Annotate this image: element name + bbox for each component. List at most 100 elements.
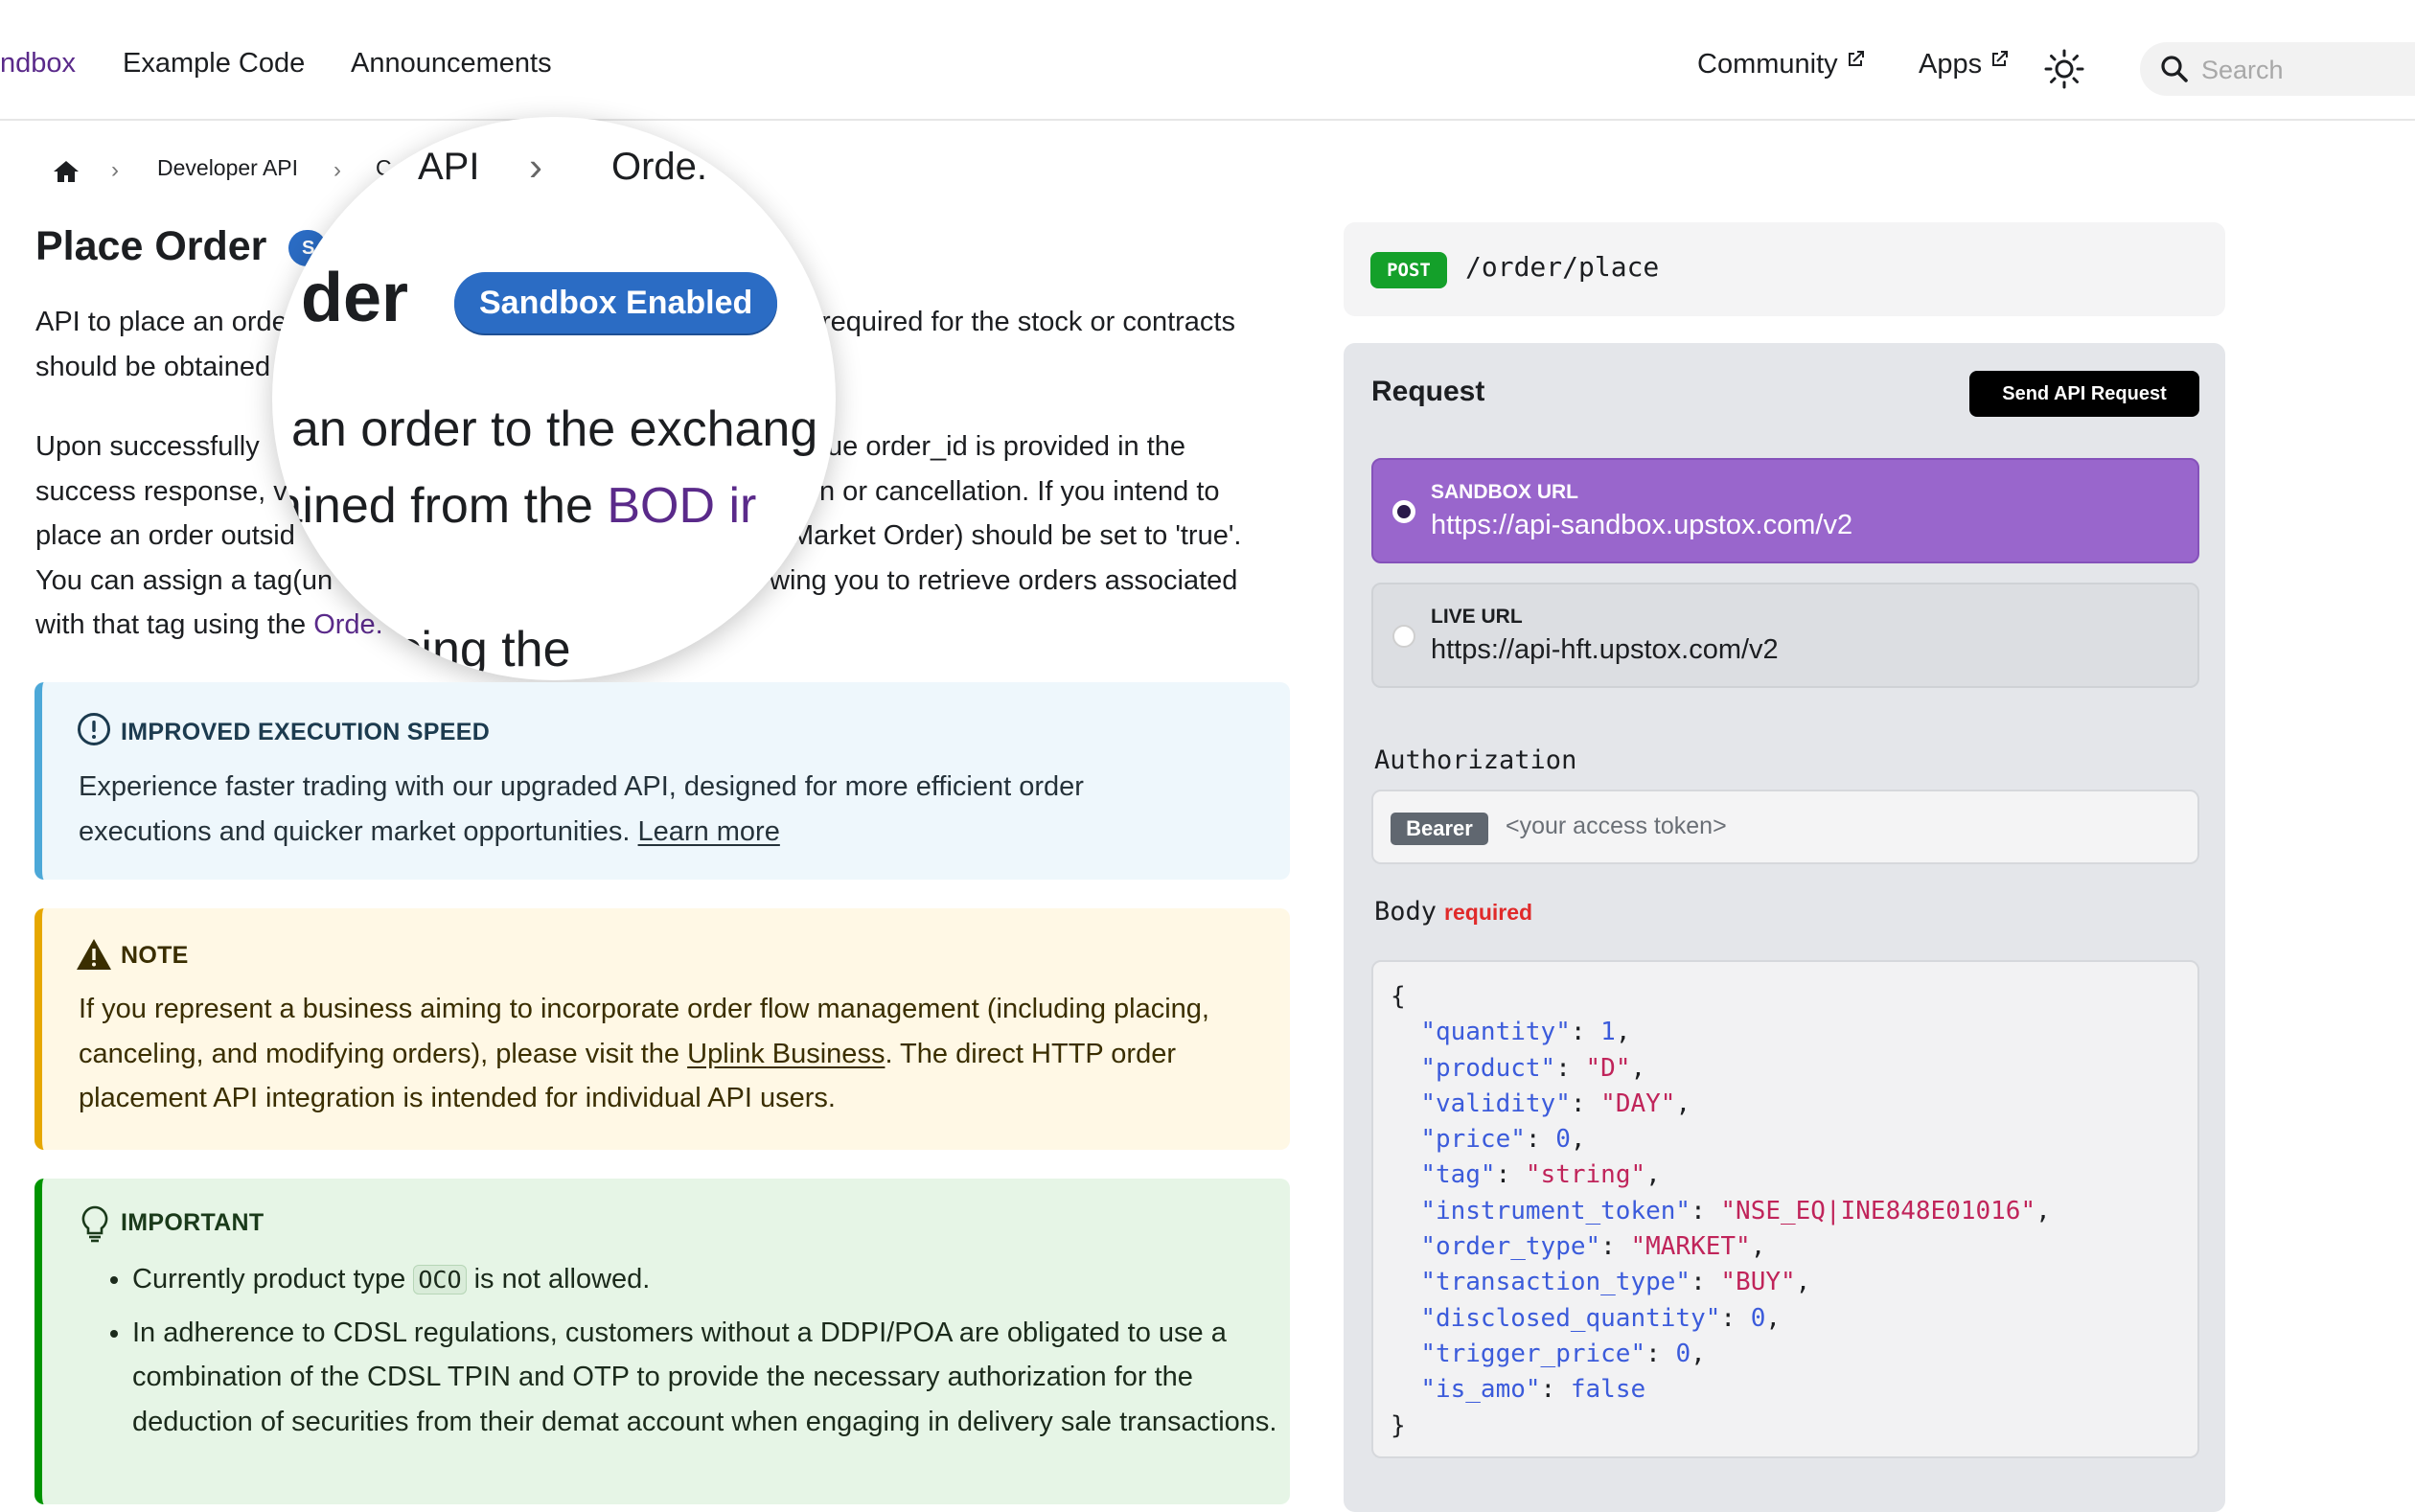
learn-more-link[interactable]: Learn more: [638, 816, 780, 847]
json-key: "instrument_token": [1420, 1196, 1691, 1226]
json-key: "quantity": [1420, 1018, 1571, 1047]
json-key: "is_amo": [1420, 1375, 1541, 1405]
live-url-value: https://api-hft.upstox.com/v2: [1431, 634, 1779, 665]
admonition-important: IMPORTANT Currently product type OCO is …: [34, 1179, 1290, 1504]
para-line-right: wing you to retrieve orders associated: [770, 564, 1238, 596]
sandbox-url-value: https://api-sandbox.upstox.com/v2: [1431, 510, 1853, 540]
sandbox-url-option[interactable]: SANDBOX URL https://api-sandbox.upstox.c…: [1371, 458, 2199, 563]
nav-link-community[interactable]: Community: [1697, 48, 1867, 80]
info-line-2: executions and quicker market opportunit…: [79, 815, 638, 847]
json-key: "tag": [1420, 1160, 1496, 1190]
body-label-text: Body: [1374, 897, 1438, 927]
theme-toggle-sun-icon[interactable]: [2044, 49, 2084, 89]
json-key: "transaction_type": [1420, 1268, 1691, 1297]
body-label: Body required: [1374, 897, 1532, 927]
admonition-info-title: IMPROVED EXECUTION SPEED: [121, 719, 491, 745]
json-value: "DAY": [1600, 1088, 1676, 1118]
admonition-note-body: If you represent a business aiming to in…: [79, 987, 1276, 1121]
important-b1a: Currently product type: [132, 1264, 414, 1294]
request-body-json: { "quantity": 1, "product": "D", "validi…: [1391, 982, 2051, 1440]
note-line-3: placement API integration is intended fo…: [79, 1083, 836, 1113]
breadcrumb-separator: ›: [111, 157, 119, 183]
admonition-important-title: IMPORTANT: [121, 1209, 264, 1236]
json-value: "MARKET": [1630, 1232, 1751, 1262]
list-item: In adherence to CDSL regulations, custom…: [132, 1311, 1311, 1445]
admonition-note: NOTE If you represent a business aiming …: [34, 908, 1290, 1150]
para-line-left: You can assign a tag(un: [35, 564, 334, 596]
json-value: 0: [1555, 1125, 1571, 1155]
authorization-label: Authorization: [1374, 745, 1577, 775]
info-line-1: Experience faster trading with our upgra…: [79, 771, 1084, 802]
magnifier-lens: C API › Orde. der Sandbox Enabled an ord…: [272, 117, 836, 680]
para-line-right: ue order_id is provided in the: [827, 431, 1186, 462]
warning-triangle-icon: [77, 939, 111, 970]
required-tag: required: [1444, 900, 1533, 925]
radio-unselected[interactable]: [1392, 625, 1415, 648]
live-url-option[interactable]: LIVE URL https://api-hft.upstox.com/v2: [1371, 583, 2199, 688]
para-line-left: with that tag using the: [35, 609, 314, 640]
json-value: 1: [1600, 1018, 1616, 1047]
para-line-right: Market Order) should be set to 'true'.: [791, 520, 1242, 551]
important-b1b: is not allowed.: [466, 1264, 651, 1294]
nav-link-sandbox[interactable]: ndbox: [0, 48, 76, 80]
sandbox-url-label: SANDBOX URL: [1431, 481, 1579, 503]
para-line-left: Upon successfully: [35, 431, 260, 462]
json-value: "NSE_EQ|INE848E01016": [1720, 1196, 2036, 1226]
endpoint-bar: POST /order/place: [1344, 222, 2225, 316]
admonition-info-body: Experience faster trading with our upgra…: [79, 765, 1276, 854]
json-key: "product": [1420, 1053, 1556, 1083]
nav-link-announcements[interactable]: Announcements: [351, 48, 552, 80]
intro-text-left: API to place an orde: [35, 307, 288, 337]
lightbulb-icon: [81, 1205, 108, 1243]
lens-line-1: an order to the exchang: [291, 401, 818, 457]
search-input[interactable]: Search ⌘: [2140, 42, 2415, 96]
top-navbar: ndbox Example Code Announcements Communi…: [0, 0, 2415, 121]
nav-link-apps[interactable]: Apps: [1919, 48, 2011, 80]
json-value: "BUY": [1720, 1268, 1796, 1297]
nav-link-community-label: Community: [1697, 49, 1838, 80]
lens-breadcrumb-order: Orde.: [611, 146, 708, 188]
note-line-2a: canceling, and modifying orders), please…: [79, 1038, 688, 1069]
json-key: "disclosed_quantity": [1420, 1303, 1721, 1333]
request-body-editor[interactable]: { "quantity": 1, "product": "D", "validi…: [1371, 960, 2199, 1458]
json-value: 0: [1750, 1303, 1766, 1333]
lens-line-2: tained from the BOD ir: [272, 477, 756, 535]
external-link-icon: [1848, 51, 1864, 66]
json-key: "validity": [1420, 1088, 1571, 1118]
search-icon: [2161, 56, 2188, 82]
nav-link-apps-label: Apps: [1919, 49, 1983, 80]
external-link-icon: [1992, 51, 2009, 66]
breadcrumb-developer-api[interactable]: Developer API: [157, 155, 298, 181]
home-icon[interactable]: [53, 159, 80, 184]
uplink-business-link[interactable]: Uplink Business: [687, 1039, 885, 1069]
endpoint-path: /order/place: [1465, 251, 1660, 283]
radio-selected[interactable]: [1392, 500, 1415, 523]
para-line-right: n or cancellation. If you intend to: [819, 475, 1220, 507]
intro-text-line2: should be obtained: [35, 351, 271, 382]
token-placeholder: <your access token>: [1506, 813, 1727, 839]
page-title: Place Order: [35, 223, 267, 269]
lens-breadcrumb-api: API: [418, 146, 480, 188]
note-line-1: If you represent a business aiming to in…: [79, 994, 1209, 1024]
request-panel: Request Send API Request SANDBOX URL htt…: [1344, 343, 2225, 1512]
json-value: "D": [1585, 1053, 1631, 1083]
authorization-input[interactable]: Bearer <your access token>: [1371, 790, 2199, 864]
json-key: "trigger_price": [1420, 1339, 1646, 1368]
json-value: 0: [1675, 1339, 1691, 1368]
search-placeholder: Search: [2201, 56, 2284, 84]
info-circle-icon: [78, 713, 110, 745]
json-key: "order_type": [1420, 1232, 1601, 1262]
para-line-left: place an order outsid: [35, 520, 295, 551]
admonition-note-title: NOTE: [121, 942, 189, 969]
admonition-info: IMPROVED EXECUTION SPEED Experience fast…: [34, 682, 1290, 880]
json-key: "price": [1420, 1125, 1526, 1155]
send-api-request-button[interactable]: Send API Request: [1969, 371, 2199, 417]
nav-link-example-code[interactable]: Example Code: [123, 48, 305, 80]
bearer-badge: Bearer: [1391, 813, 1488, 845]
important-list: Currently product type OCO is not allowe…: [132, 1257, 1311, 1452]
breadcrumb-separator: ›: [334, 157, 341, 183]
lens-sandbox-badge: Sandbox Enabled: [454, 272, 778, 333]
lens-bod-link: BOD ir: [607, 478, 757, 534]
note-line-2b: . The direct HTTP order: [885, 1038, 1176, 1069]
para-line-left: success response, v: [35, 475, 288, 507]
